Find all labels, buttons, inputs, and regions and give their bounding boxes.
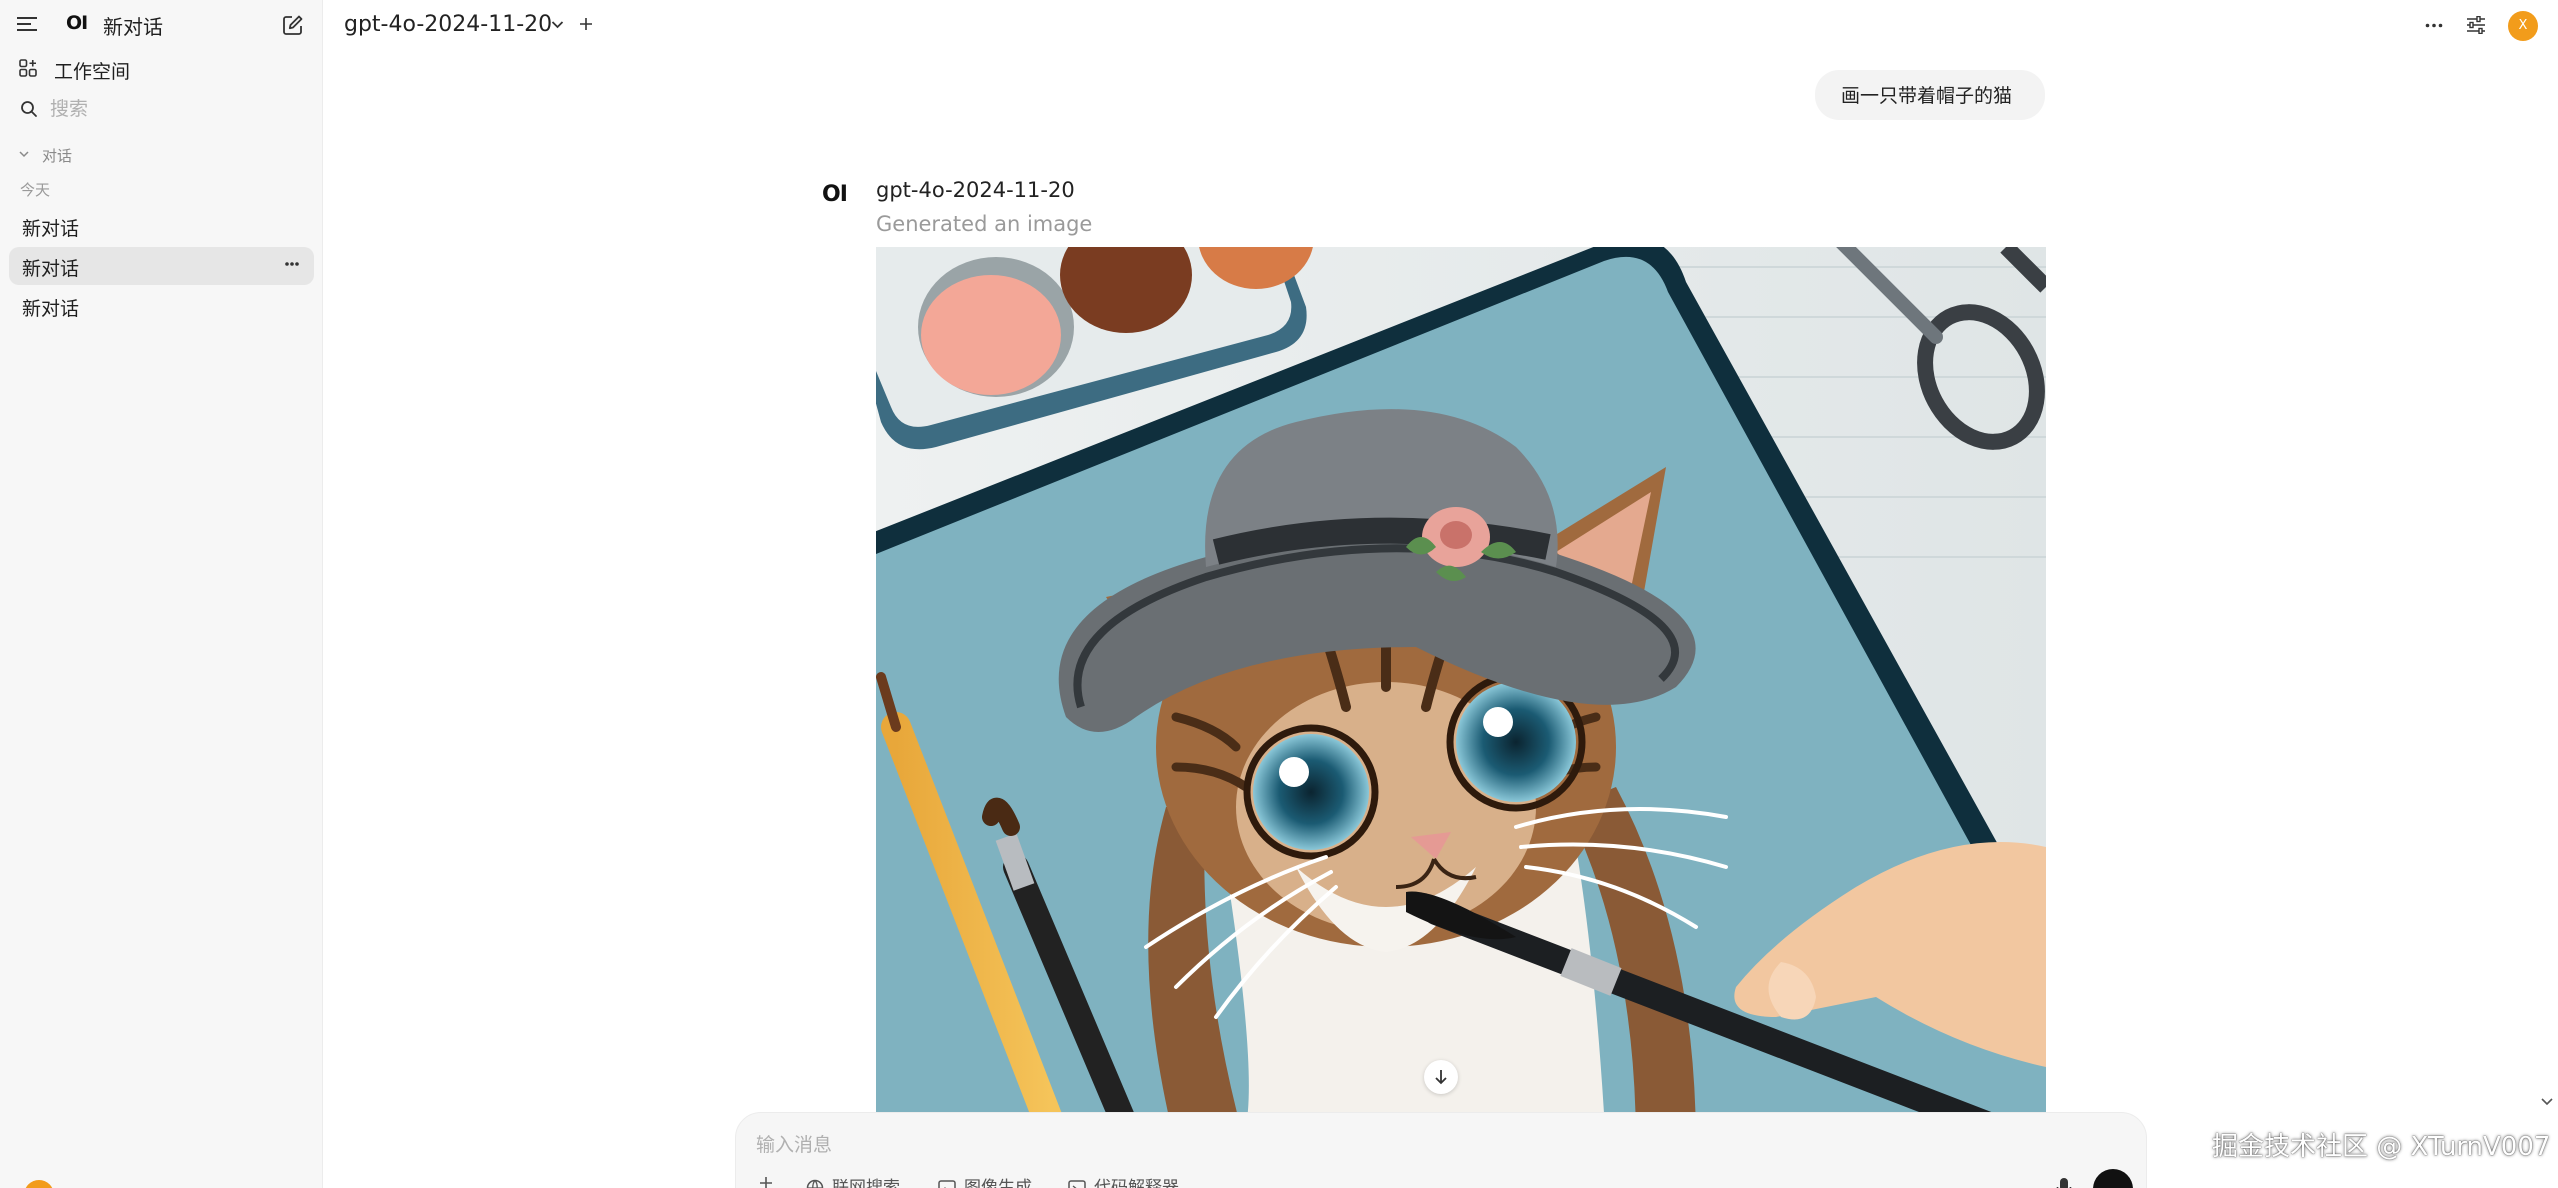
code-icon	[1068, 1180, 1086, 1188]
scroll-to-bottom-button[interactable]	[1424, 1060, 1458, 1094]
plus-icon	[760, 1177, 772, 1188]
microphone-icon[interactable]	[2056, 1177, 2072, 1188]
search-icon	[21, 101, 37, 117]
sidebar-search	[8, 92, 315, 126]
image-generation-label: 图像生成	[964, 1178, 1032, 1188]
voice-mode-button[interactable]	[2093, 1169, 2133, 1188]
message-input[interactable]	[756, 1131, 2056, 1159]
generated-image[interactable]	[876, 247, 2046, 1112]
grid-icon	[19, 59, 37, 77]
cat-illustration	[876, 247, 2046, 1112]
chat-item-active[interactable]: 新对话	[9, 247, 314, 285]
code-interpreter-toggle[interactable]: 代码解释器	[1068, 1173, 1179, 1188]
new-chat-title[interactable]: 新对话	[103, 11, 163, 40]
chevron-down-icon	[19, 151, 29, 158]
image-icon	[938, 1180, 956, 1188]
section-label: 对话	[42, 147, 73, 165]
message-composer: 联网搜索 图像生成 代码解释器	[735, 1112, 2147, 1188]
user-message-text: 画一只带着帽子的猫	[1841, 85, 2013, 107]
date-group-label: 今天	[20, 181, 51, 199]
watermark-text: 掘金技术社区 @ XTurnV007	[2212, 1132, 2551, 1162]
arrow-down-icon	[1435, 1070, 1447, 1085]
workspace-link[interactable]: 工作空间	[8, 52, 315, 86]
chat-header: gpt-4o-2024-11-20 X	[323, 0, 2558, 52]
code-interpreter-label: 代码解释器	[1094, 1178, 1179, 1188]
more-horizontal-icon[interactable]	[2425, 23, 2443, 28]
sidebar: OI 新对话 工作空间 搜索 对话 今天 新对话 新对话 新对话	[0, 0, 323, 1188]
assistant-avatar: OI	[822, 182, 848, 207]
user-avatar[interactable]: X	[2508, 11, 2538, 41]
user-avatar[interactable]	[24, 1180, 54, 1188]
attach-button[interactable]	[758, 1173, 782, 1188]
app-logo[interactable]: OI	[66, 12, 88, 34]
web-search-toggle[interactable]: 联网搜索	[806, 1173, 900, 1188]
chevron-down-icon[interactable]	[551, 20, 564, 29]
workspace-label: 工作空间	[54, 61, 131, 83]
assistant-model-name: gpt-4o-2024-11-20	[876, 178, 1075, 202]
scroll-down-arrow-icon[interactable]	[2540, 1097, 2554, 1107]
assistant-status: Generated an image	[876, 212, 1093, 236]
new-chat-icon[interactable]	[282, 14, 304, 36]
search-input[interactable]	[50, 96, 300, 122]
chat-item[interactable]: 新对话	[9, 207, 314, 245]
more-options-icon[interactable]	[284, 261, 300, 267]
chat-item-label: 新对话	[22, 298, 80, 320]
app-window: OI 新对话 工作空间 搜索 对话 今天 新对话 新对话 新对话 gpt-4o-…	[0, 0, 2558, 1188]
globe-icon	[806, 1179, 824, 1188]
user-message-bubble: 画一只带着帽子的猫	[1815, 70, 2045, 120]
sidebar-header: OI 新对话	[0, 0, 323, 50]
image-generation-toggle[interactable]: 图像生成	[938, 1173, 1032, 1188]
chat-item[interactable]: 新对话	[9, 287, 314, 325]
add-model-icon[interactable]	[578, 16, 594, 32]
web-search-label: 联网搜索	[832, 1178, 900, 1188]
model-selector[interactable]: gpt-4o-2024-11-20	[344, 12, 552, 37]
controls-icon[interactable]	[2466, 16, 2486, 34]
menu-icon[interactable]	[17, 16, 37, 32]
chat-item-label: 新对话	[22, 258, 80, 280]
chat-item-label: 新对话	[22, 218, 80, 240]
